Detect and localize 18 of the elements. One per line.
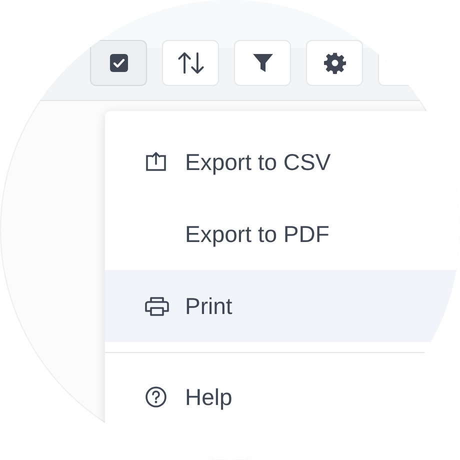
menu-item-label: Print — [185, 292, 232, 320]
help-icon — [145, 386, 167, 408]
menu-item[interactable]: Export to PDF — [105, 198, 460, 270]
filter-icon — [252, 52, 274, 74]
gear-icon — [324, 52, 346, 74]
menu-item-label: Export to CSV — [185, 148, 331, 176]
menu-item-label: Help — [185, 384, 232, 410]
printer-icon — [145, 296, 169, 316]
menu-item[interactable]: Export to CSV — [105, 126, 460, 198]
upload-icon — [145, 152, 167, 172]
toolbar-button[interactable] — [234, 40, 291, 86]
toolbar-button[interactable] — [90, 40, 147, 86]
menu-item-label: Export to PDF — [185, 220, 330, 248]
checkbox-icon — [108, 53, 128, 73]
menu-item[interactable]: Help — [105, 361, 460, 433]
sort-icon — [176, 51, 204, 75]
toolbar-button[interactable] — [306, 40, 363, 86]
toolbar-button[interactable] — [162, 40, 219, 86]
